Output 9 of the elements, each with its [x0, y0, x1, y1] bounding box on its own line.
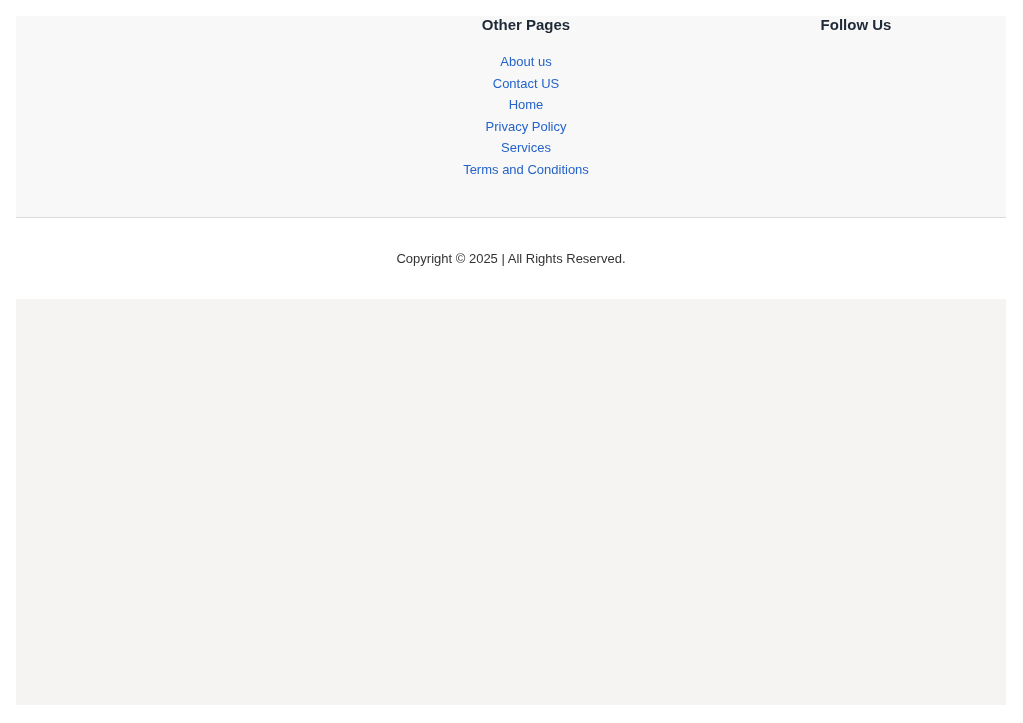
column-heading: Follow Us — [820, 16, 892, 34]
footer-link[interactable]: Contact US — [492, 72, 560, 95]
footer-link[interactable]: Privacy Policy — [485, 115, 567, 138]
footer-link[interactable]: Terms and Conditions — [463, 158, 589, 181]
copyright-text: Copyright © 2025 | All Rights Reserved. — [396, 251, 626, 266]
column-heading: Other Pages — [481, 16, 571, 34]
footer-link[interactable]: Services — [501, 137, 551, 159]
footer-link[interactable]: Home — [508, 94, 544, 116]
footer-link[interactable]: About us — [500, 51, 552, 73]
